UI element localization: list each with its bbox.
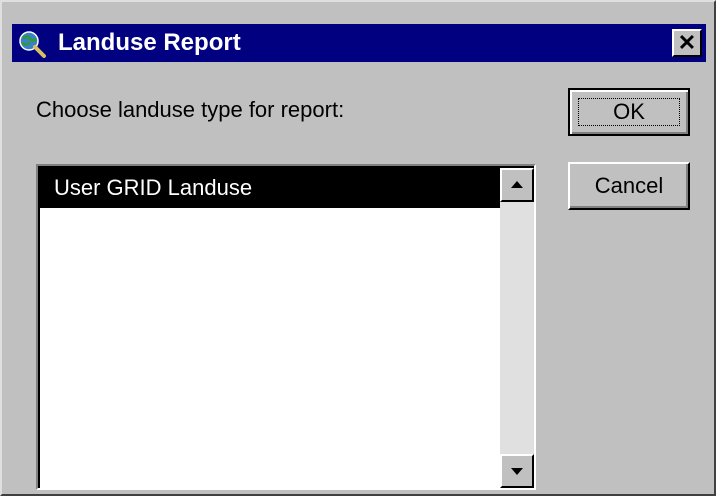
title-bar[interactable]: Landuse Report ✕ [12,24,706,62]
globe-magnifier-icon [18,30,46,58]
list-item-user-grid-landuse[interactable]: User GRID Landuse [40,168,500,208]
scroll-up-button[interactable] [500,168,534,202]
scroll-down-button[interactable] [500,454,534,488]
listbox-frame: User GRID Landuse [38,166,534,488]
cancel-button-label: Cancel [594,173,664,198]
close-button[interactable]: ✕ [672,29,702,57]
landuse-type-listbox[interactable]: User GRID Landuse [36,164,536,490]
window-title: Landuse Report [58,29,241,56]
arrow-down-icon [511,468,523,475]
ok-button[interactable]: OK [568,88,690,136]
prompt-label: Choose landuse type for report: [36,97,345,122]
landuse-report-dialog: Landuse Report ✕ Choose landuse type for… [0,0,716,496]
focus-rectangle [578,98,680,126]
vertical-scrollbar[interactable] [500,168,534,488]
arrow-up-icon [511,181,523,188]
cancel-button[interactable]: Cancel [568,162,690,210]
close-icon: ✕ [677,30,697,55]
